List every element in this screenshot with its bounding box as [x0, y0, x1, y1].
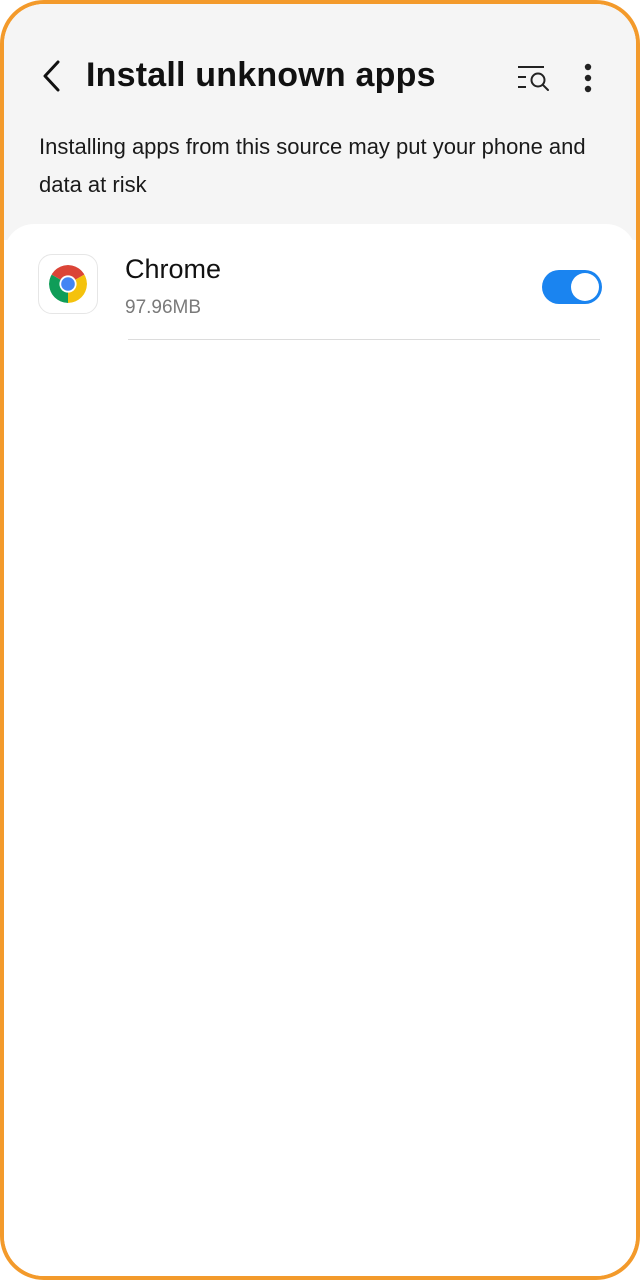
- device-frame: Install unknown apps Installing apps fro…: [0, 0, 640, 1280]
- search-button[interactable]: [512, 56, 556, 100]
- allow-toggle[interactable]: [542, 270, 602, 304]
- divider: [128, 339, 600, 340]
- chrome-icon: [49, 265, 87, 303]
- app-icon-container: [38, 254, 98, 314]
- page-title: Install unknown apps: [86, 56, 436, 94]
- more-vertical-icon: [584, 63, 592, 93]
- back-button[interactable]: [32, 54, 72, 98]
- toggle-knob: [571, 273, 599, 301]
- app-size: 97.96MB: [125, 297, 202, 318]
- list-search-icon: [518, 66, 549, 91]
- chevron-left-icon: [43, 60, 60, 92]
- app-name: Chrome: [125, 254, 222, 284]
- more-options-button[interactable]: [568, 56, 608, 100]
- app-list-card: Chrome 97.96MB: [4, 224, 636, 1276]
- list-item[interactable]: Chrome 97.96MB: [4, 224, 636, 344]
- risk-warning: Installing apps from this source may put…: [39, 134, 586, 197]
